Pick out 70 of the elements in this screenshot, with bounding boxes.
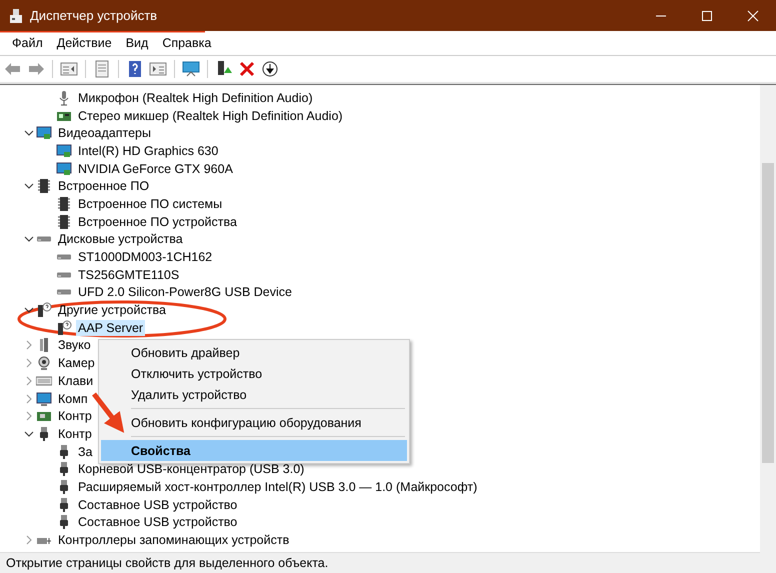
scrollbar[interactable] [760,85,776,554]
tree-item[interactable]: Контр [56,408,94,424]
help-icon[interactable] [126,60,144,78]
chip-icon [56,214,72,230]
list-view-icon[interactable] [60,60,78,78]
maximize-icon[interactable] [701,10,713,22]
tree-item[interactable]: Стерео микшер (Realtek High Definition Audio) [76,108,345,124]
chip-icon [56,196,72,212]
tree-item[interactable]: Камер [56,355,97,372]
download-icon[interactable] [261,60,279,78]
monitor-icon [56,142,72,159]
expand-chevron-icon[interactable] [24,128,34,138]
tree-item[interactable]: Встроенное ПО [56,178,152,194]
context-menu-item[interactable]: Отключить устройство [101,363,407,384]
disk-drive-icon [56,272,72,278]
context-menu-item[interactable]: Удалить устройство [101,384,407,405]
tree-item[interactable]: За [76,444,95,460]
unknown-device-icon [36,302,52,318]
tree-item[interactable]: TS256GMTE110S [76,266,182,283]
tree-item[interactable]: AAP Server [76,320,146,336]
menu-item[interactable]: Вид [120,36,156,50]
disk-drive-icon [56,289,72,296]
menu-item[interactable]: Действие [50,36,120,50]
forward-arrow-icon[interactable] [27,60,45,78]
tree-item[interactable]: NVIDIA GeForce GTX 960A [76,160,235,177]
webcam-icon [36,355,52,372]
status-bar: Открытие страницы свойств для выделенного объекта. [0,552,776,573]
tree-item[interactable]: Звуко [56,337,93,354]
expand-chevron-icon[interactable] [24,305,34,316]
tree-item[interactable]: Другие устройства [56,302,168,318]
panel-view-icon[interactable] [149,60,167,78]
window-title: Диспетчер устройств [30,8,158,23]
tree-item[interactable]: Контр [56,426,94,442]
driver-update-icon[interactable] [215,60,233,78]
monitor-icon [56,160,72,177]
tree-item[interactable]: Встроенное ПО устройства [76,214,239,230]
context-menu-item[interactable]: Свойства [101,440,407,461]
monitor-icon [36,125,52,142]
tree-item[interactable]: Встроенное ПО системы [76,196,224,212]
tree-item[interactable]: Клави [56,372,96,389]
unknown-device-icon [56,320,72,336]
tree-item[interactable]: ST1000DM003-1CH162 [76,249,214,266]
tree-item[interactable]: UFD 2.0 Silicon-Power8G USB Device [76,284,294,300]
properties-icon[interactable] [93,60,111,78]
tree-item[interactable]: Составное USB устройство [76,496,240,513]
tree-item[interactable]: Контроллеры запоминающих устройств [56,532,292,548]
context-menu-item[interactable]: Обновить конфигурацию оборудования [101,412,407,433]
app-icon [8,8,24,24]
disk-drive-icon [56,254,72,260]
expand-chevron-icon[interactable] [24,428,34,439]
annotation-arrow [92,392,124,433]
close-icon[interactable] [747,10,759,22]
chip-icon [36,178,52,194]
tree-item[interactable]: Составное USB устройство [76,514,240,530]
tree-item[interactable]: Расширяемый хост-контроллер Intel(R) USB 3.0 — 1.0 (Майкрософт) [76,478,480,495]
tree-item[interactable]: Intel(R) HD Graphics 630 [76,142,220,159]
tree-item[interactable]: Видеоадаптеры [56,125,153,142]
tree-item[interactable]: Корневой USB-концентратор (USB 3.0) [76,461,306,478]
tree-item[interactable]: Комп [56,390,90,407]
tree-item[interactable]: Микрофон (Realtek High Definition Audio) [76,90,315,106]
tree-item[interactable]: Дисковые устройства [56,231,185,248]
disk-drive-icon [36,236,52,242]
context-menu-item[interactable]: Обновить драйвер [101,342,407,363]
menu-item[interactable]: Файл [6,36,51,50]
menu-item[interactable]: Справка [156,36,220,50]
computer-icon [36,390,52,407]
monitor-icon[interactable] [182,60,200,78]
expand-chevron-icon[interactable] [24,181,34,192]
delete-icon[interactable] [238,60,256,78]
expand-chevron-icon[interactable] [24,234,34,244]
